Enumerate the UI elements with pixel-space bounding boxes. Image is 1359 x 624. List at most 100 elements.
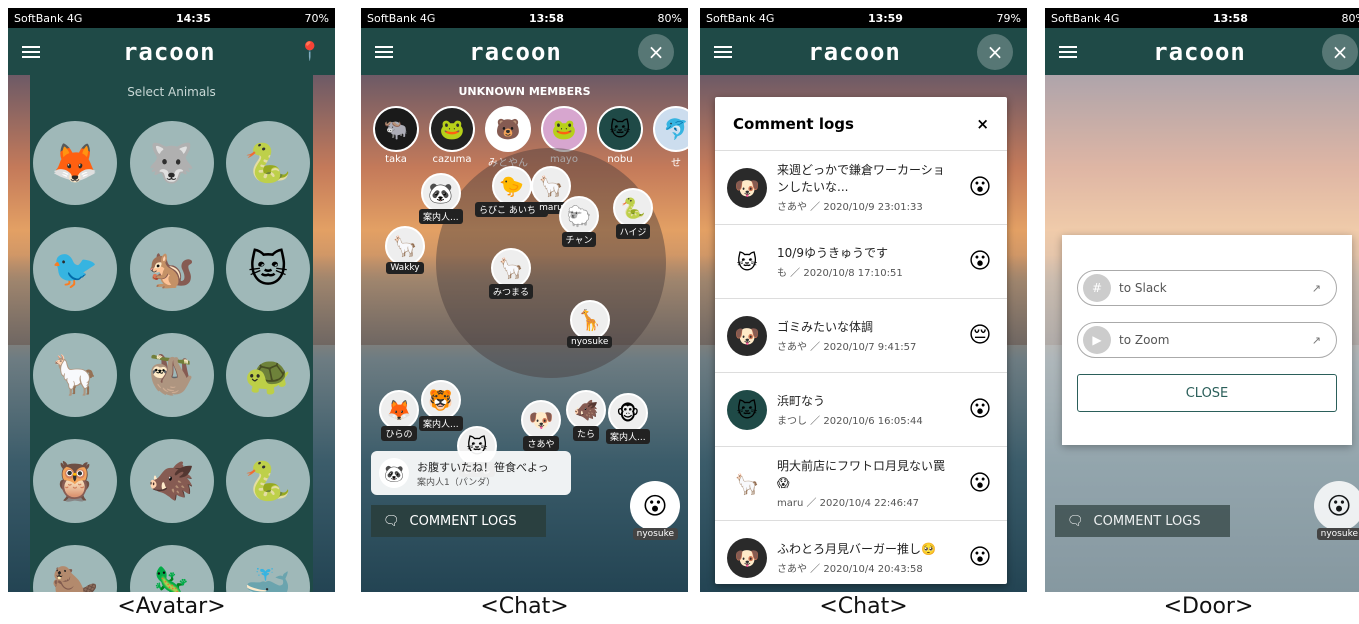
animal-option[interactable]: 🦉: [33, 439, 117, 523]
log-text: 浜町なう: [777, 393, 826, 408]
log-meta: まつし ／ 2020/10/6 16:05:44: [777, 415, 923, 427]
member-item[interactable]: 🐸 cazuma: [429, 106, 475, 169]
member-item[interactable]: 🐃 taka: [373, 106, 419, 169]
modal-header: Comment logs ×: [715, 97, 1007, 151]
comment-logs-button[interactable]: 🗨 COMMENT LOGS: [371, 505, 546, 537]
comment-log-item[interactable]: 🐱 浜町なうまつし ／ 2020/10/6 16:05:44 😮: [715, 373, 1007, 447]
floating-avatar[interactable]: 🐯 案内人...: [419, 380, 463, 431]
slack-icon: #: [1083, 274, 1111, 302]
floating-avatar-name: nyosuke: [567, 336, 613, 348]
carrier-label: SoftBank 4G: [1051, 11, 1120, 25]
status-bar: SoftBank 4G 13:58 80%: [361, 8, 688, 28]
floating-avatar[interactable]: 🦒 nyosuke: [567, 300, 613, 348]
door-modal: # to Slack ↗ ▶ to Zoom ↗ CLOSE: [1062, 235, 1352, 445]
time-label: 14:35: [175, 11, 211, 25]
member-avatar-icon: 🐱: [597, 106, 643, 152]
close-button[interactable]: CLOSE: [1077, 374, 1337, 412]
member-item[interactable]: 🐱 nobu: [597, 106, 643, 169]
floating-avatar[interactable]: 🐑 チャン: [559, 196, 599, 247]
app-logo: racoon: [122, 37, 216, 66]
self-reaction-button[interactable]: 😮: [1314, 481, 1359, 531]
comment-log-item[interactable]: 🦙 明大前店にフワトロ月見ない罠😱 maru ／ 2020/10/4 22:46:4…: [715, 447, 1007, 521]
comment-logs-button[interactable]: 🗨 COMMENT LOGS: [1055, 505, 1230, 537]
log-avatar-icon: 🐱: [727, 389, 767, 430]
menu-icon[interactable]: [1059, 45, 1077, 58]
animal-option[interactable]: 🐦: [33, 227, 117, 311]
animal-option[interactable]: 🦎: [129, 545, 214, 592]
log-avatar-icon: 🦙: [727, 463, 767, 504]
comment-icon: 🗨: [383, 513, 400, 529]
floating-avatar[interactable]: 🐗 たら: [566, 390, 606, 441]
comment-log-item[interactable]: 🐶 ふわとろ月見バーガー推し🥺 さあや ／ 2020/10/4 20:43:58 😮: [715, 521, 1007, 592]
caption-chat-logs: <Chat>: [819, 594, 908, 619]
to-zoom-button[interactable]: ▶ to Zoom ↗: [1077, 322, 1337, 358]
comment-log-item[interactable]: 🐶 来週どっかで鎌倉ワーカーションしたいな... さあや ／ 2020/10/9 2…: [715, 151, 1007, 225]
animal-option[interactable]: 🐺: [129, 121, 214, 205]
animal-option[interactable]: 🦥: [129, 333, 214, 417]
floating-avatar[interactable]: 🦙 Wakky: [385, 226, 425, 274]
to-slack-label: to Slack: [1119, 281, 1167, 295]
animal-option[interactable]: 🐳: [226, 545, 310, 592]
floating-avatar[interactable]: 🐍 ハイジ: [613, 188, 653, 239]
self-reaction-button[interactable]: 😮: [630, 481, 680, 531]
member-item[interactable]: 🐬 せ: [653, 106, 688, 169]
external-link-icon: ↗: [1311, 281, 1321, 295]
caption-door: <Door>: [1163, 594, 1254, 619]
animal-option[interactable]: 🐍: [226, 439, 310, 523]
battery-label: 80%: [1341, 11, 1359, 25]
to-slack-button[interactable]: # to Slack ↗: [1077, 270, 1337, 306]
comment-log-item[interactable]: 🐱 10/9ゆうきゅうですも ／ 2020/10/8 17:10:51 😮: [715, 225, 1007, 299]
carrier-label: SoftBank 4G: [706, 11, 775, 25]
log-text: 来週どっかで鎌倉ワーカーションしたいな...: [777, 163, 945, 194]
menu-icon[interactable]: [714, 45, 732, 58]
animal-option[interactable]: 🐍: [226, 121, 310, 205]
floating-avatar[interactable]: 🐼 案内人...: [419, 173, 463, 224]
close-icon[interactable]: ×: [976, 33, 1013, 70]
animal-option[interactable]: 🦊: [33, 121, 117, 205]
comment-text: お腹すいたね！笹食べよっ: [417, 460, 549, 474]
app-bar: racoon ×: [361, 28, 688, 75]
floating-avatar[interactable]: 🦙 みつまる: [489, 248, 534, 299]
reaction-icon: 😔: [968, 323, 992, 348]
caption-avatar: <Avatar>: [117, 594, 226, 619]
close-icon[interactable]: ×: [637, 33, 674, 70]
animal-option[interactable]: 🐢: [226, 333, 310, 417]
animal-option[interactable]: 🐿️: [129, 227, 214, 311]
menu-icon[interactable]: [375, 45, 393, 58]
member-name: nobu: [607, 154, 633, 165]
comment-log-list[interactable]: 🐶 来週どっかで鎌倉ワーカーションしたいな... さあや ／ 2020/10/9 2…: [715, 151, 1007, 592]
log-text: 10/9ゆうきゅうです: [777, 245, 888, 260]
location-icon[interactable]: 📍: [299, 41, 321, 62]
log-avatar-icon: 🐶: [727, 167, 767, 208]
floating-avatar-name: 案内人...: [606, 429, 650, 444]
member-avatar-icon: 🐻: [485, 106, 531, 152]
floating-avatar-icon: 🐤: [491, 166, 532, 206]
panda-avatar-icon: 🐼: [379, 458, 409, 488]
carrier-label: SoftBank 4G: [14, 11, 83, 25]
log-meta: さあや ／ 2020/10/4 20:43:58: [777, 563, 923, 575]
members-title: UNKNOWN MEMBERS: [458, 85, 591, 98]
animal-option[interactable]: 🐗: [129, 439, 214, 523]
app-bar: racoon ×: [700, 28, 1027, 75]
reaction-icon: 😮: [968, 397, 992, 422]
log-meta: さあや ／ 2020/10/7 9:41:57: [777, 341, 917, 353]
floating-avatar-name: さあや: [523, 436, 559, 451]
modal-title: Comment logs: [733, 114, 854, 133]
modal-close-icon[interactable]: ×: [976, 115, 989, 133]
animal-option[interactable]: 🦫: [33, 545, 117, 592]
floating-avatar[interactable]: 🐶 さあや: [521, 400, 561, 451]
floating-avatar-name: Wakky: [386, 262, 424, 274]
time-label: 13:59: [867, 11, 903, 25]
close-icon[interactable]: ×: [1321, 33, 1358, 70]
comment-log-item[interactable]: 🐶 ゴミみたいな体調 さあや ／ 2020/10/7 9:41:57 😔: [715, 299, 1007, 373]
comment-user: 案内人1（パンダ）: [417, 477, 496, 488]
floating-avatar[interactable]: 🐵 案内人...: [606, 393, 650, 444]
menu-icon[interactable]: [22, 45, 40, 58]
animal-option[interactable]: 🐱: [226, 227, 310, 311]
log-meta: も ／ 2020/10/8 17:10:51: [777, 267, 903, 279]
app-logo: racoon: [808, 37, 901, 66]
animal-option[interactable]: 🦙: [33, 333, 117, 417]
floating-avatar[interactable]: 🦊 ひらの: [379, 390, 419, 441]
phone-chat: SoftBank 4G 13:58 80% racoon × UNKNOWN M…: [361, 8, 688, 592]
app-bar: racoon ×: [1045, 28, 1359, 75]
